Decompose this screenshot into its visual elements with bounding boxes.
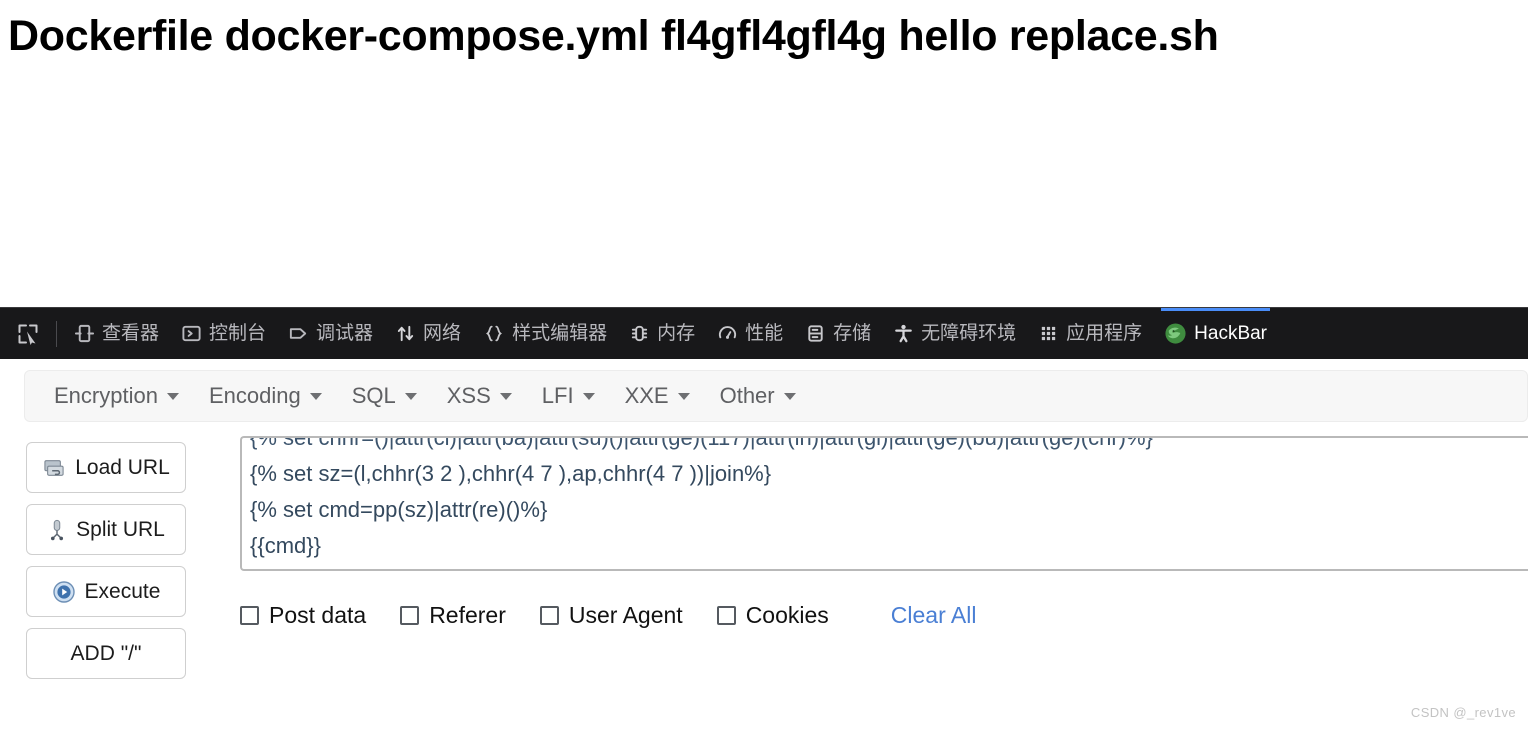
split-url-button[interactable]: Split URL (26, 504, 186, 555)
menu-label: XXE (624, 383, 669, 408)
clear-all-link[interactable]: Clear All (891, 602, 977, 629)
devtools-toolbar: 查看器 控制台 调试器 网络 样式编辑器 内存 性能 存储 无障碍环境 应用程序… (0, 307, 1528, 359)
devtools-tab-label: 网络 (423, 323, 462, 344)
option-referer[interactable]: Referer (400, 602, 506, 629)
button-label: Split URL (76, 517, 165, 541)
chevron-down-icon (582, 392, 595, 400)
menu-encryption[interactable]: Encryption (39, 383, 194, 409)
post-data-checkbox[interactable] (240, 606, 259, 625)
hackbar-logo-icon (1164, 322, 1187, 345)
payload-textarea[interactable]: {% set chhr=()|attr(cl)|attr(ba)|attr(su… (240, 436, 1528, 571)
add-slash-button[interactable]: ADD "/" (26, 628, 186, 679)
devtools-tab-label: 内存 (657, 323, 696, 344)
devtools-tab-storage[interactable]: 存储 (794, 308, 882, 360)
option-label: Referer (429, 602, 506, 628)
devtools-tab-debugger[interactable]: 调试器 (277, 308, 384, 360)
element-picker-icon (16, 322, 40, 346)
devtools-tab-label: 调试器 (316, 323, 374, 344)
menu-label: LFI (541, 383, 574, 408)
option-label: Post data (269, 602, 367, 628)
execute-icon (52, 580, 76, 604)
devtools-tab-label: 查看器 (102, 323, 160, 344)
element-picker-button[interactable] (6, 312, 50, 356)
textarea-line: {{cmd}} (250, 533, 321, 558)
console-icon (181, 323, 202, 344)
chevron-down-icon (404, 392, 417, 400)
page-title: Dockerfile docker-compose.yml fl4gfl4gfl… (8, 12, 1219, 60)
devtools-tab-memory[interactable]: 内存 (618, 308, 706, 360)
menu-label: SQL (351, 383, 396, 408)
menu-xss[interactable]: XSS (432, 383, 527, 409)
chevron-down-icon (309, 392, 322, 400)
memory-icon (629, 323, 650, 344)
application-icon (1038, 323, 1059, 344)
devtools-tab-application[interactable]: 应用程序 (1027, 308, 1153, 360)
devtools-tab-console[interactable]: 控制台 (170, 308, 277, 360)
csdn-watermark: CSDN @_rev1ve (1410, 705, 1516, 720)
option-label: User Agent (568, 602, 683, 628)
menu-sql[interactable]: SQL (337, 383, 432, 409)
menu-label: Other (719, 383, 775, 408)
network-icon (395, 323, 416, 344)
devtools-tab-label: 样式编辑器 (512, 323, 608, 344)
chevron-down-icon (499, 392, 512, 400)
user-agent-checkbox[interactable] (539, 606, 559, 625)
hackbar-panel: Load URL Split URL Execute ADD "/" {% se… (0, 424, 1528, 729)
devtools-tab-label: HackBar (1194, 323, 1268, 344)
inspector-icon (74, 323, 95, 344)
devtools-tab-style-editor[interactable]: 样式编辑器 (472, 308, 618, 360)
execute-button[interactable]: Execute (26, 566, 186, 617)
devtools-tab-inspector[interactable]: 查看器 (63, 308, 170, 360)
option-label: Cookies (745, 602, 829, 628)
load-url-button[interactable]: Load URL (26, 442, 186, 493)
menu-xxe[interactable]: XXE (610, 383, 705, 409)
performance-icon (717, 323, 738, 344)
hackbar-menu-bar: Encryption Encoding SQL XSS LFI XXE Othe… (24, 370, 1528, 422)
button-label: ADD "/" (70, 641, 142, 665)
load-url-icon (42, 458, 66, 478)
menu-lfi[interactable]: LFI (527, 383, 610, 409)
style-editor-icon (483, 323, 505, 344)
devtools-tab-hackbar[interactable]: HackBar (1153, 307, 1278, 360)
devtools-tab-label: 应用程序 (1066, 323, 1143, 344)
devtools-tab-label: 控制台 (209, 323, 267, 344)
option-user-agent[interactable]: User Agent (539, 602, 683, 629)
menu-label: Encoding (208, 383, 301, 408)
accessibility-icon (893, 323, 914, 344)
menu-label: XSS (446, 383, 491, 408)
menu-label: Encryption (54, 383, 158, 408)
button-label: Load URL (75, 455, 170, 479)
storage-icon (805, 323, 826, 344)
hackbar-options-row: Post data Referer User Agent Cookies Cle… (240, 602, 976, 629)
option-cookies[interactable]: Cookies (716, 602, 829, 629)
browser-page-content: Dockerfile docker-compose.yml fl4gfl4gfl… (0, 0, 1528, 307)
devtools-tab-network[interactable]: 网络 (384, 308, 472, 360)
referer-checkbox[interactable] (400, 606, 420, 625)
devtools-tab-accessibility[interactable]: 无障碍环境 (882, 308, 1027, 360)
textarea-line: {% set sz=(l,chhr(3 2 ),chhr(4 7 ),ap,ch… (250, 461, 772, 486)
button-label: Execute (84, 579, 161, 603)
split-url-icon (47, 519, 67, 541)
option-post-data[interactable]: Post data (240, 602, 366, 629)
textarea-line: {% set cmd=pp(sz)|attr(re)()%} (250, 497, 548, 522)
devtools-tab-performance[interactable]: 性能 (706, 308, 794, 360)
devtools-tab-label: 无障碍环境 (921, 323, 1017, 344)
chevron-down-icon (677, 392, 690, 400)
cookies-checkbox[interactable] (716, 606, 736, 625)
textarea-line: {% set chhr=()|attr(cl)|attr(ba)|attr(su… (250, 436, 1153, 450)
hackbar-action-buttons: Load URL Split URL Execute ADD "/" (26, 442, 186, 679)
toolbar-divider (56, 320, 57, 347)
devtools-tab-label: 性能 (745, 323, 784, 344)
menu-other[interactable]: Other (705, 383, 811, 409)
menu-encoding[interactable]: Encoding (194, 383, 337, 409)
debugger-icon (288, 323, 309, 344)
chevron-down-icon (783, 392, 796, 400)
devtools-tab-label: 存储 (833, 323, 872, 344)
chevron-down-icon (166, 392, 179, 400)
